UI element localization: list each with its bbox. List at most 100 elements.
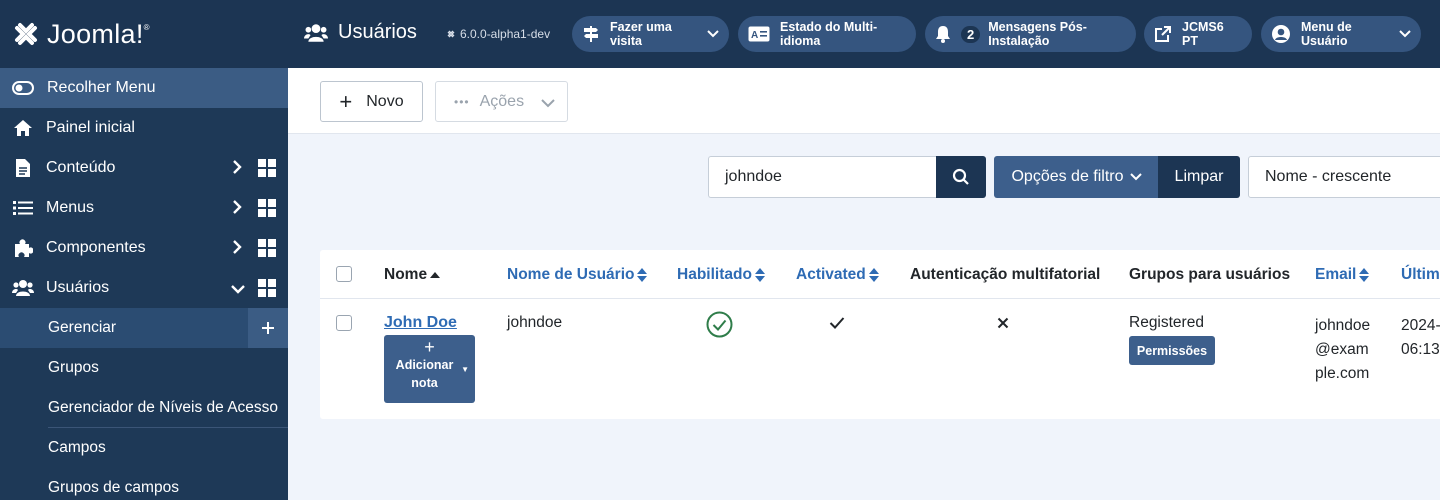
users-table: Nome Nome de Usuário Habilitado Activate… [320,250,1440,419]
search-icon [952,168,969,185]
email-cell: johndoe@example.com [1315,317,1371,382]
page-title-text: Usuários [338,21,417,43]
sort-icon [754,268,765,282]
header-bar: Usuários 6.0.0-alpha1-dev Fazer uma visi… [288,0,1440,68]
sidebar-item-home[interactable]: Painel inicial [0,108,288,148]
column-activated[interactable]: Activated [796,266,879,284]
column-enabled[interactable]: Habilitado [677,266,765,284]
column-email[interactable]: Email [1315,266,1370,284]
sidebar-subitem-access-levels[interactable]: Gerenciador de Níveis de Acesso [0,388,288,428]
sidebar-item-menus[interactable]: Menus [0,188,288,228]
puzzle-icon [12,237,34,259]
dashboard-grid-icon[interactable] [258,279,276,302]
username-cell: johndoe [507,314,563,331]
joomla-small-icon [447,30,455,38]
sidebar-item-label: Usuários [46,279,110,296]
sidebar-item-label: Componentes [46,239,146,256]
site-link-button[interactable]: JCMS6 PT [1144,16,1252,52]
sidebar-subitem-field-groups[interactable]: Grupos de campos [0,468,288,500]
users-icon [12,277,34,299]
sidebar-item-content[interactable]: Conteúdo [0,148,288,188]
list-icon [12,197,34,219]
row-checkbox[interactable] [336,315,352,331]
permissions-button[interactable]: Permissões [1129,336,1215,365]
column-username[interactable]: Nome de Usuário [507,266,648,284]
collapse-menu-label: Recolher Menu [47,79,156,96]
notification-count-badge: 2 [961,25,981,43]
chevron-down-icon [541,95,555,113]
chevron-right-icon[interactable] [232,199,242,220]
sidebar-item-users[interactable]: Usuários [0,268,288,308]
chevron-down-icon [707,30,719,38]
sidebar-subitem-label: Grupos [48,359,99,376]
sidebar-subitem-label: Gerenciador de Níveis de Acesso [48,399,279,416]
filter-options-button[interactable]: Opções de filtro [994,156,1159,198]
sidebar-subitem-label: Gerenciar [48,319,117,336]
chevron-down-icon [1399,30,1411,38]
search-input[interactable]: johndoe [708,156,937,198]
chevron-down-icon [1129,173,1142,181]
add-note-button[interactable]: + Adicionar nota ▼ [384,335,475,403]
external-link-icon [1154,25,1172,43]
file-icon [12,157,34,179]
sidebar-subitem-manage[interactable]: Gerenciar [0,308,288,348]
activated-check-icon [829,316,845,335]
user-circle-icon [1271,24,1291,44]
plus-icon: + [424,337,435,357]
multilanguage-status-button[interactable]: A Estado do Multi-idioma [738,16,916,52]
select-all-checkbox[interactable] [336,266,352,282]
post-install-messages-button[interactable]: 2 Mensagens Pós-Instalação [925,16,1136,52]
table-header: Nome Nome de Usuário Habilitado Activate… [320,250,1440,299]
new-button[interactable]: + Novo [320,81,423,122]
sort-icon [1359,268,1370,282]
column-last-visit[interactable]: Últim [1401,266,1440,284]
column-name[interactable]: Nome [384,266,441,284]
brand-name: Joomla!® [47,18,150,49]
plus-icon: + [339,88,353,114]
sidebar: Joomla!® Recolher Menu Painel inicial Co… [0,0,288,500]
sidebar-item-components[interactable]: Componentes [0,228,288,268]
group-cell: Registered [1129,314,1204,331]
enabled-check-icon[interactable] [706,311,733,343]
sidebar-item-label: Conteúdo [46,159,116,176]
joomla-logo-icon [15,23,37,45]
sidebar-item-label: Painel inicial [46,119,135,136]
toggle-icon [12,81,34,95]
toolbar: + Novo ••• Ações [288,68,1440,134]
actions-dropdown[interactable]: ••• Ações [435,81,568,122]
sidebar-subitem-groups[interactable]: Grupos [0,348,288,388]
joomla-logo[interactable]: Joomla!® [0,0,288,68]
home-icon [12,117,34,139]
page-title: Usuários [304,21,417,44]
sidebar-subitem-fields[interactable]: Campos [0,428,288,468]
sort-icon [868,268,879,282]
sort-select[interactable]: Nome - crescente [1248,156,1440,198]
dashboard-grid-icon[interactable] [258,239,276,262]
user-name-link[interactable]: John Doe [384,314,457,332]
chevron-right-icon[interactable] [232,159,242,180]
column-groups: Grupos para usuários [1129,266,1291,283]
search-button[interactable] [936,156,986,198]
version-label: 6.0.0-alpha1-dev [446,27,550,41]
collapse-menu-button[interactable]: Recolher Menu [0,68,288,108]
chevron-right-icon[interactable] [232,239,242,260]
svg-text:A: A [751,30,758,41]
users-icon [304,23,328,42]
mfa-disabled-x-icon [997,316,1009,334]
add-user-button[interactable] [248,308,288,348]
chevron-down-icon[interactable] [230,281,246,299]
ellipsis-icon: ••• [454,94,470,109]
sort-icon [637,268,648,282]
dashboard-grid-icon[interactable] [258,199,276,222]
column-mfa: Autenticação multifatorial [910,266,1101,283]
user-menu-button[interactable]: Menu de Usuário [1261,16,1421,52]
sort-asc-icon [430,272,441,278]
clear-button[interactable]: Limpar [1158,156,1240,198]
bell-icon [935,25,951,43]
sidebar-item-label: Menus [46,199,95,216]
dashboard-grid-icon[interactable] [258,159,276,182]
plus-icon [262,322,274,334]
caret-down-icon[interactable]: ▼ [461,365,469,374]
signpost-icon [582,25,600,43]
guided-tour-button[interactable]: Fazer uma visita [572,16,729,52]
